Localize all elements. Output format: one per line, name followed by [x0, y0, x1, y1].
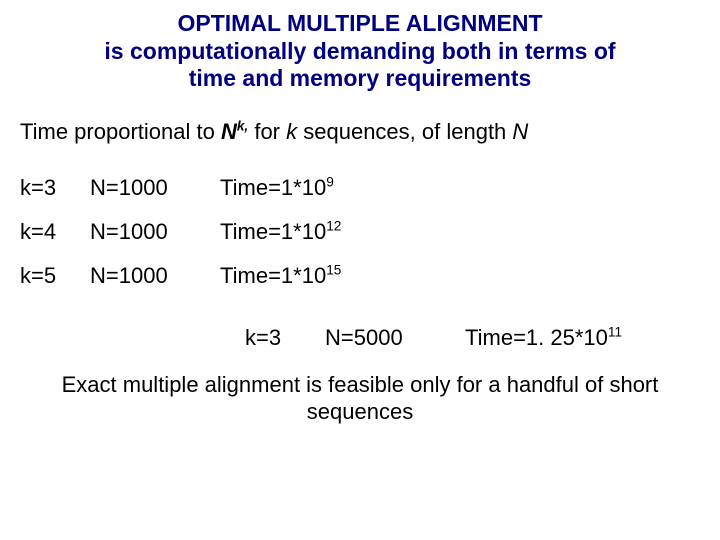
conclusion: Exact multiple alignment is feasible onl… [0, 351, 720, 426]
time-val: Time=1*10 [220, 263, 326, 288]
title: OPTIMAL MULTIPLE ALIGNMENT is computatio… [0, 0, 720, 99]
complexity-statement: Time proportional to Nk, for k sequences… [0, 99, 720, 145]
cell-k: k=3 [245, 325, 325, 351]
var-N2: N [512, 119, 528, 144]
cell-k: k=5 [20, 263, 90, 289]
subtitle-prefix: Time proportional to [20, 119, 221, 144]
subtitle-mid2: sequences, of length [303, 119, 512, 144]
title-line2: is computationally demanding both in ter… [40, 38, 680, 66]
title-line3: time and memory requirements [40, 65, 680, 93]
time-exp: 9 [326, 174, 334, 189]
title-line1: OPTIMAL MULTIPLE ALIGNMENT [40, 10, 680, 38]
cell-n: N=1000 [90, 175, 220, 201]
cell-time: Time=1. 25*1011 [465, 325, 622, 351]
time-exp: 12 [326, 218, 341, 233]
time-exp: 15 [326, 262, 341, 277]
cell-n: N=1000 [90, 263, 220, 289]
exp-k: k, [237, 118, 248, 133]
time-val: Time=1*10 [220, 219, 326, 244]
time-val: Time=1*10 [220, 175, 326, 200]
cell-time: Time=1*1012 [220, 219, 341, 245]
cell-n: N=1000 [90, 219, 220, 245]
time-val: Time=1. 25*10 [465, 325, 608, 350]
cell-time: Time=1*109 [220, 175, 334, 201]
time-table: k=3 N=1000 Time=1*109 k=4 N=1000 Time=1*… [0, 145, 720, 289]
var-k: k [286, 119, 303, 144]
table-row: k=5 N=1000 Time=1*1015 [20, 263, 720, 289]
cell-time: Time=1*1015 [220, 263, 341, 289]
time-exp: 11 [608, 324, 622, 339]
table-row: k=3 N=1000 Time=1*109 [20, 175, 720, 201]
table-row: k=4 N=1000 Time=1*1012 [20, 219, 720, 245]
cell-k: k=4 [20, 219, 90, 245]
extra-example: k=3 N=5000 Time=1. 25*1011 [0, 307, 720, 351]
var-N: N [221, 119, 237, 144]
cell-k: k=3 [20, 175, 90, 201]
cell-n: N=5000 [325, 325, 465, 351]
subtitle-mid: for [248, 119, 286, 144]
